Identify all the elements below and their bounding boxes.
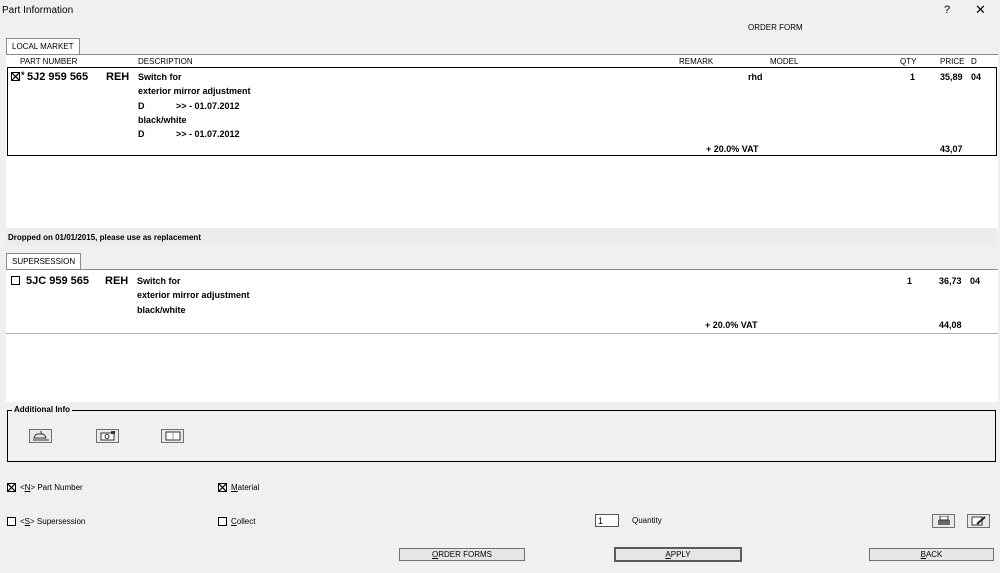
super-item-checkbox[interactable] xyxy=(11,276,20,285)
window-title: Part Information xyxy=(2,5,74,16)
order-forms-button[interactable]: O RDER FORMS xyxy=(399,548,525,561)
local-item-qty: 1 xyxy=(910,72,916,82)
local-item-desc3: black/white xyxy=(138,115,187,125)
dropped-notice-bar: Dropped on 01/01/2015, please use as rep… xyxy=(6,228,996,246)
edit-button[interactable] xyxy=(967,514,990,528)
super-item-qty: 1 xyxy=(907,276,913,286)
camera-icon[interactable] xyxy=(96,429,119,443)
close-button[interactable]: ✕ xyxy=(975,2,986,18)
local-item-price: 35,89 xyxy=(940,72,963,82)
col-part-number: PART NUMBER xyxy=(20,57,78,66)
local-item-marker: * xyxy=(21,70,25,80)
quantity-input[interactable] xyxy=(595,514,619,527)
local-item-model: rhd xyxy=(748,72,763,82)
local-item-d1-date: >> - 01.07.2012 xyxy=(176,101,240,111)
additional-info-group: Additional Info xyxy=(7,405,996,462)
back-button[interactable]: B ACK xyxy=(869,548,994,561)
printer-icon xyxy=(937,516,950,525)
part-number-option[interactable]: <N> Part Number xyxy=(7,481,83,493)
title-bar: Part Information ? ✕ xyxy=(0,0,1000,20)
col-model: MODEL xyxy=(770,57,799,66)
local-item-d1-letter: D xyxy=(138,101,145,111)
super-item-vat-label: + 20.0% VAT xyxy=(705,320,758,330)
super-item-vat-price: 44,08 xyxy=(939,320,962,330)
super-item-part-number: 5JC 959 565 xyxy=(26,275,89,287)
col-description: DESCRIPTION xyxy=(138,57,193,66)
print-button[interactable] xyxy=(932,514,955,528)
car-lift-icon[interactable] xyxy=(29,429,52,443)
additional-info-label: Additional Info xyxy=(12,405,72,414)
order-form-label: ORDER FORM xyxy=(748,23,803,32)
apply-button[interactable]: A PPLY xyxy=(614,547,742,562)
local-item-d2-date: >> - 01.07.2012 xyxy=(176,129,240,139)
local-item-d: 04 xyxy=(971,72,982,82)
quantity-label: Quantity xyxy=(632,516,662,525)
super-item-desc1: Switch for xyxy=(137,276,181,286)
help-button[interactable]: ? xyxy=(944,4,950,16)
col-remark: REMARK xyxy=(679,57,714,66)
super-item-desc3: black/white xyxy=(137,305,186,315)
row-divider xyxy=(6,333,998,334)
supersession-checkbox[interactable] xyxy=(7,516,16,526)
edit-icon xyxy=(971,516,986,526)
col-d: D xyxy=(971,57,977,66)
dropped-notice: Dropped on 01/01/2015, please use as rep… xyxy=(8,233,201,242)
local-item-checkbox[interactable] xyxy=(11,72,20,81)
tab-supersession[interactable]: SUPERSESSION xyxy=(6,253,82,269)
local-item-vat-price: 43,07 xyxy=(940,144,963,154)
book-icon[interactable] xyxy=(161,429,184,443)
local-item-desc1: Switch for xyxy=(138,72,182,82)
supersession-option[interactable]: <S> Supersession xyxy=(7,515,85,527)
collect-option-label: Collect xyxy=(231,516,256,526)
super-item-row[interactable]: 5JC 959 565 REH Switch for exterior mirr… xyxy=(7,272,997,332)
local-item-d2-letter: D xyxy=(138,129,145,139)
local-item-vat-label: + 20.0% VAT xyxy=(706,144,759,154)
column-header: PART NUMBER DESCRIPTION REMARK MODEL QTY… xyxy=(7,55,997,67)
super-item-desc2: exterior mirror adjustment xyxy=(137,290,250,300)
super-item-d: 04 xyxy=(970,276,981,286)
local-item-row[interactable]: * 5J2 959 565 REH Switch for exterior mi… xyxy=(7,67,997,156)
tab-local-market[interactable]: LOCAL MARKET xyxy=(6,38,80,54)
col-price: PRICE xyxy=(940,57,965,66)
part-number-checkbox[interactable] xyxy=(7,482,16,492)
col-qty: QTY xyxy=(900,57,917,66)
local-item-desc2: exterior mirror adjustment xyxy=(138,86,251,96)
super-item-price: 36,73 xyxy=(939,276,962,286)
material-option[interactable]: Material xyxy=(218,481,259,493)
local-item-code: REH xyxy=(106,71,130,83)
material-checkbox[interactable] xyxy=(218,482,227,492)
collect-checkbox[interactable] xyxy=(218,516,227,526)
part-number-option-label: <N> Part Number xyxy=(20,482,83,492)
local-item-part-number: 5J2 959 565 xyxy=(27,71,89,83)
material-option-label: Material xyxy=(231,482,260,492)
super-item-code: REH xyxy=(105,275,129,287)
collect-option[interactable]: Collect xyxy=(218,515,255,527)
supersession-option-label: <S> Supersession xyxy=(20,516,86,526)
